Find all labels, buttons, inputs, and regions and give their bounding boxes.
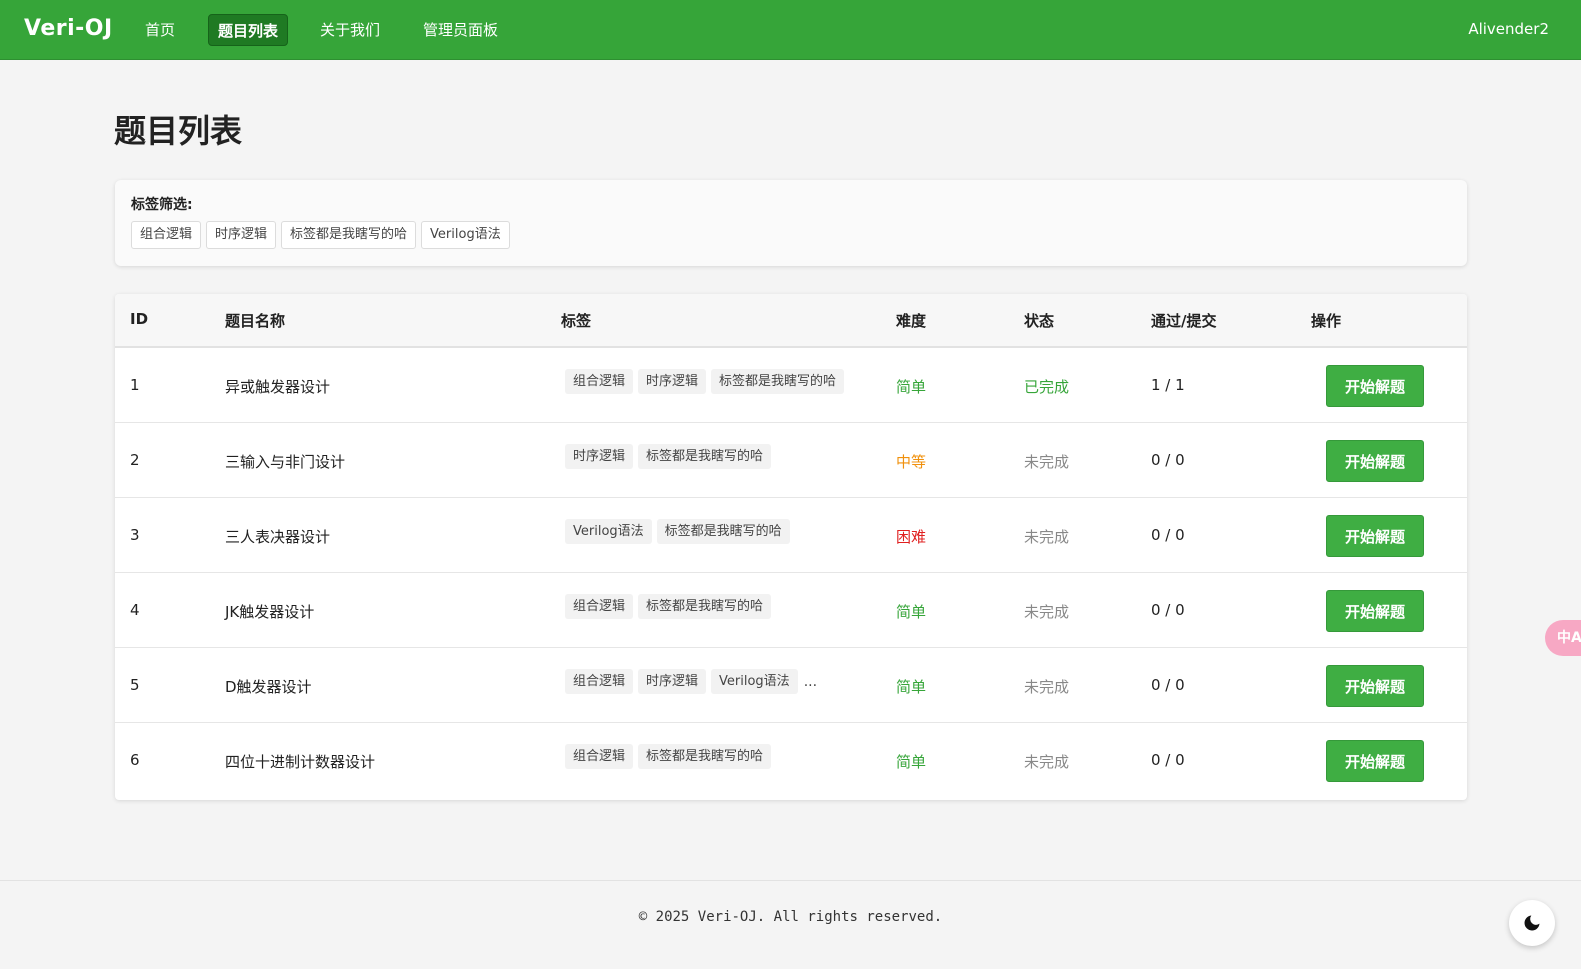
nav-item-about[interactable]: 关于我们 (311, 14, 389, 46)
start-solving-button[interactable]: 开始解题 (1326, 440, 1424, 482)
filter-tag-list: 组合逻辑 时序逻辑 标签都是我瞎写的哈 Verilog语法 (131, 221, 510, 249)
problem-tag: 组合逻辑 (565, 369, 634, 394)
brand-logo[interactable]: Veri-OJ (24, 16, 113, 41)
pass-submit-ratio: 0 / 0 (1151, 751, 1185, 769)
header-name: 题目名称 (225, 312, 286, 330)
copyright-text: © 2025 Veri-OJ. All rights reserved. (638, 909, 943, 925)
problem-tag: 组合逻辑 (565, 744, 634, 769)
problem-tags: 组合逻辑 时序逻辑 标签都是我瞎写的哈 (565, 369, 845, 394)
status-badge: 未完成 (1024, 678, 1070, 696)
moon-icon (1524, 915, 1540, 931)
header-action: 操作 (1311, 312, 1342, 330)
pass-submit-ratio: 0 / 0 (1151, 526, 1185, 544)
problem-id: 4 (130, 601, 140, 619)
problem-tag: Verilog语法 (565, 519, 652, 544)
filter-tag-random[interactable]: 标签都是我瞎写的哈 (281, 221, 417, 249)
header-id: ID (130, 310, 149, 328)
difficulty-badge: 困难 (896, 528, 927, 546)
problem-tag: 标签都是我瞎写的哈 (638, 444, 772, 469)
problem-tag: 组合逻辑 (565, 669, 634, 694)
problem-tags: 组合逻辑 时序逻辑 Verilog语法 ... (565, 669, 817, 694)
nav-item-home[interactable]: 首页 (136, 14, 184, 46)
problem-tag: 时序逻辑 (638, 369, 707, 394)
start-solving-button[interactable]: 开始解题 (1326, 665, 1424, 707)
problem-name[interactable]: 异或触发器设计 (225, 376, 330, 397)
problem-tag: 时序逻辑 (565, 444, 634, 469)
nav-item-admin[interactable]: 管理员面板 (414, 14, 507, 46)
filter-label: 标签筛选: (131, 197, 193, 213)
problem-id: 2 (130, 451, 140, 469)
pass-submit-ratio: 0 / 0 (1151, 451, 1185, 469)
tag-filter-panel: 标签筛选: 组合逻辑 时序逻辑 标签都是我瞎写的哈 Verilog语法 (115, 180, 1467, 266)
header-difficulty: 难度 (896, 312, 927, 330)
difficulty-badge: 简单 (896, 678, 927, 696)
status-badge: 未完成 (1024, 453, 1070, 471)
difficulty-badge: 简单 (896, 603, 927, 621)
problem-name[interactable]: 三人表决器设计 (225, 526, 330, 547)
status-badge: 未完成 (1024, 528, 1070, 546)
table-row: 1 异或触发器设计 组合逻辑 时序逻辑 标签都是我瞎写的哈 简单 已完成 1 /… (115, 348, 1467, 423)
problem-tag: 标签都是我瞎写的哈 (656, 519, 790, 544)
problem-tag: 标签都是我瞎写的哈 (638, 594, 772, 619)
problem-tag: 标签都是我瞎写的哈 (711, 369, 845, 394)
table-row: 5 D触发器设计 组合逻辑 时序逻辑 Verilog语法 ... 简单 未完成 … (115, 648, 1467, 723)
pass-submit-ratio: 1 / 1 (1151, 376, 1185, 394)
start-solving-button[interactable]: 开始解题 (1326, 590, 1424, 632)
problem-tags: 组合逻辑 标签都是我瞎写的哈 (565, 744, 772, 769)
problem-tag: Verilog语法 (711, 669, 798, 694)
table-row: 2 三输入与非门设计 时序逻辑 标签都是我瞎写的哈 中等 未完成 0 / 0 开… (115, 423, 1467, 498)
pass-submit-ratio: 0 / 0 (1151, 676, 1185, 694)
problem-tag: 标签都是我瞎写的哈 (638, 744, 772, 769)
problem-id: 6 (130, 751, 140, 769)
table-row: 3 三人表决器设计 Verilog语法 标签都是我瞎写的哈 困难 未完成 0 /… (115, 498, 1467, 573)
problem-name[interactable]: 四位十进制计数器设计 (225, 751, 375, 772)
more-tags-indicator: ... (803, 673, 818, 690)
translate-icon[interactable]: 中A (1545, 620, 1581, 656)
problem-table: ID 题目名称 标签 难度 状态 通过/提交 操作 1 异或触发器设计 组合逻辑… (115, 294, 1467, 800)
header-status: 状态 (1024, 312, 1055, 330)
nav-item-problems[interactable]: 题目列表 (208, 14, 289, 46)
start-solving-button[interactable]: 开始解题 (1326, 365, 1424, 407)
problem-id: 3 (130, 526, 140, 544)
problem-tags: 组合逻辑 标签都是我瞎写的哈 (565, 594, 772, 619)
filter-tag-sequential[interactable]: 时序逻辑 (206, 221, 277, 249)
problem-tags: 时序逻辑 标签都是我瞎写的哈 (565, 444, 772, 469)
start-solving-button[interactable]: 开始解题 (1326, 740, 1424, 782)
problem-id: 1 (130, 376, 140, 394)
user-menu[interactable]: Alivender2 (1468, 20, 1549, 38)
top-navbar: Veri-OJ 首页 题目列表 关于我们 管理员面板 Alivender2 (0, 0, 1581, 60)
filter-tag-verilog[interactable]: Verilog语法 (421, 221, 510, 249)
status-badge: 未完成 (1024, 753, 1070, 771)
problem-id: 5 (130, 676, 140, 694)
difficulty-badge: 简单 (896, 753, 927, 771)
problem-name[interactable]: D触发器设计 (225, 676, 312, 697)
status-badge: 未完成 (1024, 603, 1070, 621)
problem-name[interactable]: 三输入与非门设计 (225, 451, 345, 472)
theme-toggle-button[interactable] (1509, 900, 1555, 946)
problem-tag: 组合逻辑 (565, 594, 634, 619)
page-footer: © 2025 Veri-OJ. All rights reserved. (0, 880, 1581, 969)
page-title: 题目列表 (114, 112, 243, 150)
pass-submit-ratio: 0 / 0 (1151, 601, 1185, 619)
problem-tag: 时序逻辑 (638, 669, 707, 694)
difficulty-badge: 中等 (896, 453, 927, 471)
header-ratio: 通过/提交 (1151, 312, 1217, 330)
header-tags: 标签 (561, 312, 592, 330)
difficulty-badge: 简单 (896, 378, 927, 396)
problem-name[interactable]: JK触发器设计 (225, 601, 314, 622)
table-row: 4 JK触发器设计 组合逻辑 标签都是我瞎写的哈 简单 未完成 0 / 0 开始… (115, 573, 1467, 648)
table-row: 6 四位十进制计数器设计 组合逻辑 标签都是我瞎写的哈 简单 未完成 0 / 0… (115, 723, 1467, 798)
problem-tags: Verilog语法 标签都是我瞎写的哈 (565, 519, 790, 544)
table-header: ID 题目名称 标签 难度 状态 通过/提交 操作 (115, 294, 1467, 348)
filter-tag-combinational[interactable]: 组合逻辑 (131, 221, 202, 249)
start-solving-button[interactable]: 开始解题 (1326, 515, 1424, 557)
status-badge: 已完成 (1024, 378, 1070, 396)
